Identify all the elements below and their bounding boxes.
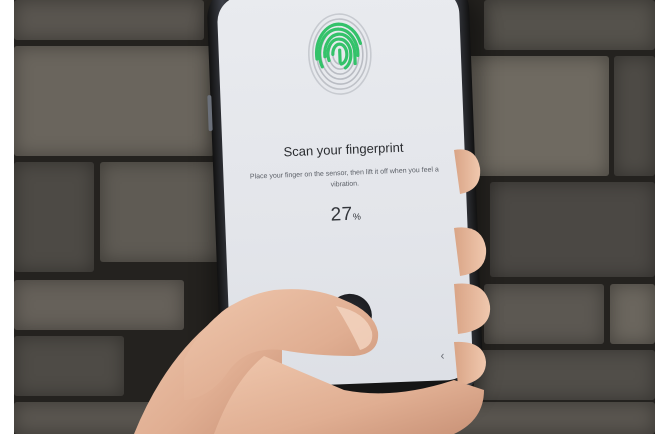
photo: Scan your fingerprint Place your finger … xyxy=(14,0,655,434)
hand xyxy=(134,149,491,434)
